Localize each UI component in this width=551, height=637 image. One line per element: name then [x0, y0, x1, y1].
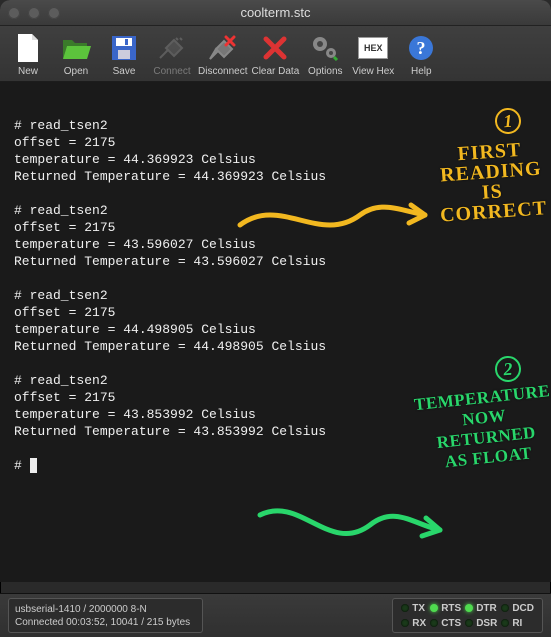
disconnect-button[interactable]: Disconnect — [198, 32, 247, 77]
titlebar: coolterm.stc — [0, 0, 551, 26]
led-rts: RTS — [430, 603, 461, 614]
disconnect-label: Disconnect — [198, 66, 247, 77]
floppy-icon — [108, 32, 140, 64]
led-dcd: DCD — [501, 603, 534, 614]
hex-icon: HEX — [357, 32, 389, 64]
status-leds: TX RX RTS CTS DTR DSR DCD RI — [392, 598, 543, 633]
status-port: usbserial-1410 / 2000000 8-N — [15, 604, 196, 615]
help-icon: ? — [405, 32, 437, 64]
open-label: Open — [64, 66, 88, 77]
viewhex-label: View Hex — [352, 66, 394, 77]
minimize-icon[interactable] — [28, 7, 40, 19]
options-button[interactable]: Options — [303, 32, 347, 77]
plug-x-icon — [207, 32, 239, 64]
plug-icon — [156, 32, 188, 64]
led-ri: RI — [501, 618, 534, 629]
viewhex-button[interactable]: HEX View Hex — [351, 32, 395, 77]
status-connection: usbserial-1410 / 2000000 8-N Connected 0… — [8, 598, 203, 633]
led-dsr: DSR — [465, 618, 497, 629]
help-label: Help — [411, 66, 432, 77]
new-label: New — [18, 66, 38, 77]
window-title: coolterm.stc — [0, 5, 551, 20]
x-icon — [259, 32, 291, 64]
help-button[interactable]: ? Help — [399, 32, 443, 77]
file-icon — [12, 32, 44, 64]
open-button[interactable]: Open — [54, 32, 98, 77]
connect-button: Connect — [150, 32, 194, 77]
status-bytes: Connected 00:03:52, 10041 / 215 bytes — [15, 617, 196, 628]
gear-icon — [309, 32, 341, 64]
toolbar: New Open Save Connect Disconnect Clear D… — [0, 26, 551, 82]
options-label: Options — [308, 66, 342, 77]
status-bar: usbserial-1410 / 2000000 8-N Connected 0… — [0, 593, 551, 637]
clear-label: Clear Data — [251, 66, 299, 77]
maximize-icon[interactable] — [48, 7, 60, 19]
folder-open-icon — [60, 32, 92, 64]
clear-button[interactable]: Clear Data — [251, 32, 299, 77]
terminal-output[interactable]: # read_tsen2 offset = 2175 temperature =… — [0, 82, 551, 582]
svg-text:?: ? — [417, 38, 426, 58]
led-tx: TX — [401, 603, 426, 614]
save-label: Save — [113, 66, 136, 77]
led-dtr: DTR — [465, 603, 497, 614]
led-rx: RX — [401, 618, 426, 629]
close-icon[interactable] — [8, 7, 20, 19]
connect-label: Connect — [153, 66, 190, 77]
window-controls — [8, 7, 60, 19]
save-button[interactable]: Save — [102, 32, 146, 77]
new-button[interactable]: New — [6, 32, 50, 77]
led-cts: CTS — [430, 618, 461, 629]
